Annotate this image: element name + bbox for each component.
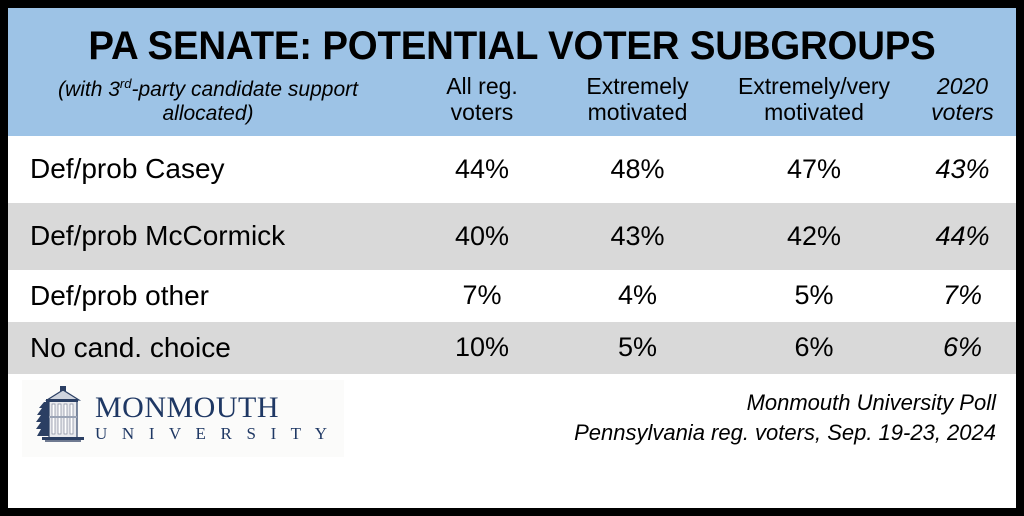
row-value-extremely-very-motivated: 6% <box>794 332 834 362</box>
row-value-2020-voters: 44% <box>935 220 990 251</box>
table-row: Def/prob other 7% 4% 5% 7% <box>8 269 1016 322</box>
row-label: No cand. choice <box>30 331 231 363</box>
header-subtitle: (with 3rd-party candidate support alloca… <box>8 76 408 125</box>
poll-credit: Monmouth University Poll Pennsylvania re… <box>574 388 1000 449</box>
header-subtitle-before: (with 3 <box>58 78 120 102</box>
column-header-row: (with 3rd-party candidate support alloca… <box>8 73 1016 136</box>
column-header-line1: Extremely/very <box>737 73 891 99</box>
table-row: Def/prob Casey 44% 48% 47% 43% <box>8 135 1016 203</box>
column-header-2020-voters: 2020 voters <box>909 73 1016 126</box>
table-row: Def/prob McCormick 40% 43% 42% 44% <box>8 202 1016 270</box>
header-subtitle-after: -party candidate support allocated) <box>131 78 358 125</box>
row-value-extremely-very-motivated: 5% <box>794 280 834 310</box>
poll-result-card: PA SENATE: POTENTIAL VOTER SUBGROUPS (wi… <box>0 0 1024 516</box>
table-row: No cand. choice 10% 5% 6% 6% <box>8 321 1016 374</box>
row-label: Def/prob McCormick <box>30 220 286 251</box>
header-subtitle-superscript: rd <box>119 76 132 92</box>
row-label: Def/prob other <box>30 279 209 311</box>
column-header-line2: voters <box>931 98 994 125</box>
row-value-all-reg-voters: 10% <box>454 332 510 362</box>
row-label: Def/prob Casey <box>30 153 225 184</box>
logo-subname: U N I V E R S I T Y <box>95 424 333 444</box>
column-header-line2: motivated <box>764 98 864 125</box>
column-header-line1: Extremely <box>586 73 689 99</box>
row-value-extremely-motivated: 48% <box>610 153 665 184</box>
row-value-all-reg-voters: 7% <box>462 280 502 310</box>
row-value-extremely-motivated: 43% <box>610 220 665 251</box>
row-value-all-reg-voters: 44% <box>454 153 510 184</box>
row-value-2020-voters: 7% <box>942 280 983 310</box>
monmouth-logo-wordmark: MONMOUTH U N I V E R S I T Y <box>95 390 333 444</box>
row-value-extremely-motivated: 5% <box>617 332 658 362</box>
monmouth-university-logo: MONMOUTH U N I V E R S I T Y <box>22 379 345 457</box>
row-value-2020-voters: 6% <box>942 332 983 362</box>
logo-name: MONMOUTH <box>95 390 279 424</box>
row-value-all-reg-voters: 40% <box>454 220 510 251</box>
column-header-line2: motivated <box>587 98 688 125</box>
poll-credit-line2: Pennsylvania reg. voters, Sep. 19-23, 20… <box>574 420 996 445</box>
column-header-all-reg-voters: All reg. voters <box>408 73 556 126</box>
column-header-line1: 2020 <box>936 73 989 99</box>
column-header-extremely-very-motivated: Extremely/very motivated <box>719 73 909 126</box>
column-header-extremely-motivated: Extremely motivated <box>556 73 719 126</box>
card-footer: MONMOUTH U N I V E R S I T Y Monmouth Un… <box>8 373 1016 463</box>
poll-credit-line1: Monmouth University Poll <box>746 389 996 415</box>
column-header-line1: All reg. <box>446 73 518 99</box>
row-value-2020-voters: 43% <box>935 153 990 184</box>
row-value-extremely-motivated: 4% <box>617 280 658 310</box>
row-value-extremely-very-motivated: 47% <box>786 153 842 184</box>
column-header-line2: voters <box>450 98 514 125</box>
table-header-band: PA SENATE: POTENTIAL VOTER SUBGROUPS (wi… <box>8 8 1016 136</box>
monmouth-wilson-hall-icon <box>32 385 86 451</box>
page-title: PA SENATE: POTENTIAL VOTER SUBGROUPS <box>88 24 936 68</box>
row-value-extremely-very-motivated: 42% <box>786 220 842 251</box>
